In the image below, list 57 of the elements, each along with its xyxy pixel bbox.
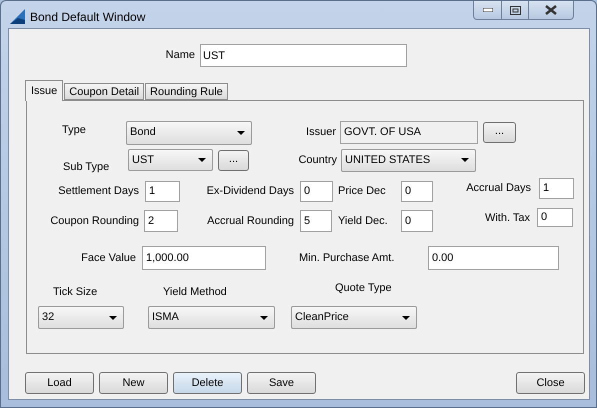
- dropdown-arrow-icon: [109, 316, 117, 320]
- window-title: Bond Default Window: [30, 9, 146, 26]
- input-field[interactable]: 1,000.00: [142, 246, 266, 270]
- action-button[interactable]: Save: [247, 372, 316, 394]
- dropdown-arrow-icon: [260, 316, 268, 320]
- input-field[interactable]: 0: [537, 208, 573, 227]
- field-label: Face Value: [80, 250, 136, 266]
- field-label: Tick Size: [53, 284, 98, 300]
- tab[interactable]: Coupon Detail: [64, 83, 144, 100]
- field-label: Sub Type: [63, 160, 110, 175]
- field-label: Accrual Days: [465, 181, 531, 196]
- name-label: Name: [164, 48, 195, 64]
- dropdown[interactable]: Bond: [126, 120, 252, 144]
- field-label: Country: [297, 152, 337, 168]
- field-label: With. Tax: [484, 211, 530, 226]
- field-label: Settlement Days: [57, 184, 139, 199]
- dropdown[interactable]: 32: [38, 306, 124, 329]
- input-field[interactable]: 0: [401, 210, 433, 232]
- action-button[interactable]: Delete: [173, 372, 242, 394]
- input-field[interactable]: GOVT. OF USA: [340, 121, 478, 144]
- dropdown[interactable]: CleanPrice: [291, 306, 417, 329]
- dropdown[interactable]: UNITED STATES: [341, 148, 476, 172]
- tab[interactable]: Rounding Rule: [145, 83, 228, 100]
- dropdown-arrow-icon: [198, 158, 206, 162]
- field-label: Ex-Dividend Days: [206, 184, 294, 199]
- browse-button[interactable]: ...: [483, 122, 516, 143]
- tab[interactable]: Issue: [25, 80, 64, 101]
- maximize-icon: [510, 6, 520, 14]
- dropdown[interactable]: ISMA: [148, 306, 275, 329]
- browse-button[interactable]: ...: [218, 150, 249, 170]
- input-field[interactable]: 5: [300, 210, 332, 232]
- name-field[interactable]: UST: [200, 44, 407, 67]
- field-label: Quote Type: [335, 280, 392, 296]
- field-label: Coupon Rounding: [49, 214, 139, 229]
- field-label: Min. Purchase Amt.: [299, 250, 396, 266]
- field-label: Issuer: [305, 125, 336, 140]
- input-field[interactable]: 0.00: [428, 246, 559, 270]
- input-field[interactable]: 0: [401, 180, 433, 202]
- input-field[interactable]: 0: [300, 180, 333, 202]
- input-field[interactable]: 1: [539, 178, 574, 199]
- field-label: Type: [62, 123, 87, 138]
- dropdown-arrow-icon: [402, 316, 410, 320]
- action-button[interactable]: Load: [25, 372, 94, 394]
- input-field[interactable]: 2: [144, 210, 178, 232]
- dropdown-arrow-icon: [461, 158, 469, 162]
- minimize-icon: [482, 8, 492, 12]
- dropdown-arrow-icon: [237, 130, 245, 134]
- action-button[interactable]: New: [99, 372, 168, 394]
- input-field[interactable]: 1: [145, 180, 180, 202]
- action-button[interactable]: Close: [516, 372, 585, 394]
- field-label: Yield Dec.: [338, 214, 389, 229]
- app-logo-icon: [9, 8, 26, 25]
- field-label: Price Dec: [338, 184, 387, 199]
- dropdown[interactable]: UST: [128, 149, 213, 171]
- field-label: Accrual Rounding: [206, 214, 294, 229]
- field-label: Yield Method: [163, 284, 228, 300]
- close-icon: [545, 5, 557, 15]
